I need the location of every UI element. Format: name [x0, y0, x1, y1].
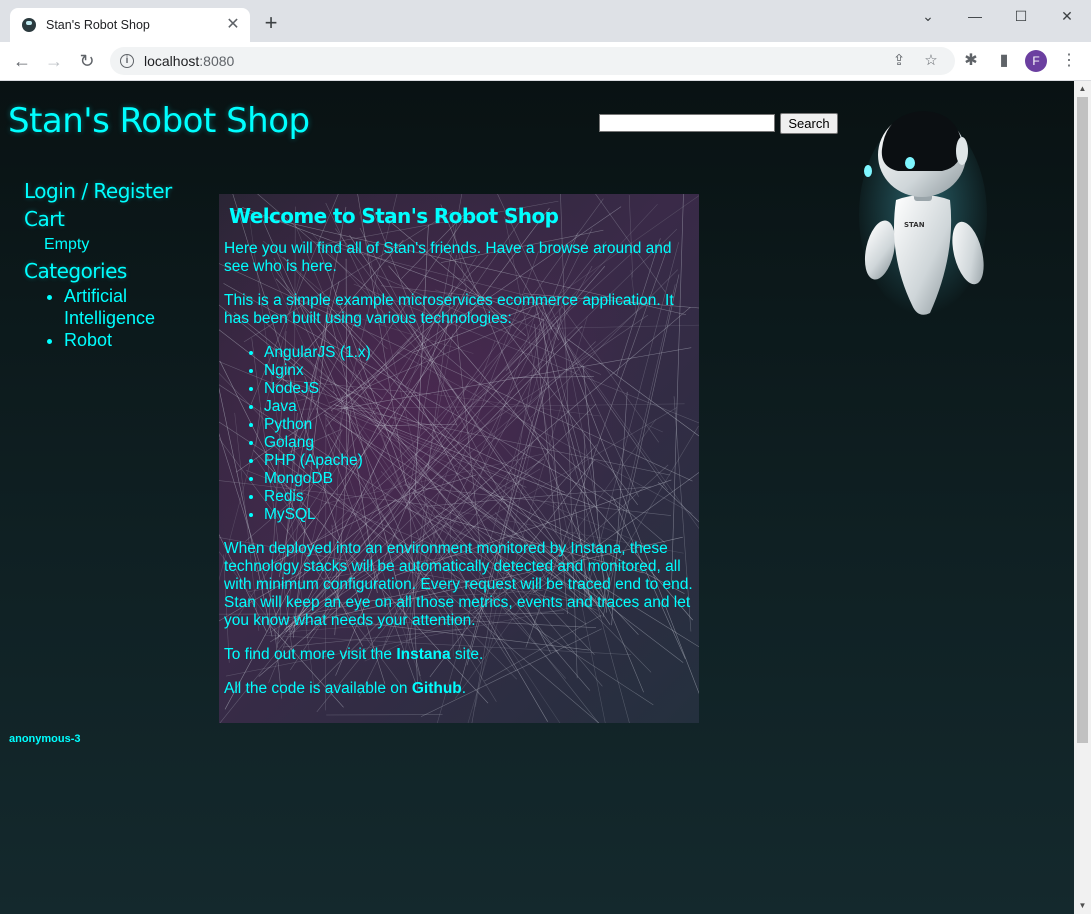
back-icon[interactable]: ←: [10, 49, 34, 73]
browser-tab[interactable]: Stan's Robot Shop ✕: [10, 8, 250, 42]
side-panel-icon[interactable]: ▮: [993, 50, 1015, 72]
site-info-icon[interactable]: i: [120, 54, 134, 68]
cart-link[interactable]: Cart: [24, 205, 204, 233]
search-button[interactable]: Search: [780, 113, 838, 134]
search-input[interactable]: [599, 114, 775, 132]
tech-item: MySQL: [264, 506, 694, 524]
scroll-thumb[interactable]: [1077, 97, 1088, 743]
category-artificial-intelligence[interactable]: Artificial Intelligence: [64, 285, 204, 329]
categories-heading: Categories: [24, 259, 127, 283]
close-tab-icon[interactable]: ✕: [222, 14, 244, 36]
tech-item: AngularJS (1.x): [264, 344, 694, 362]
github-paragraph: All the code is available on Github.: [224, 680, 467, 697]
robot-favicon-icon: [22, 18, 36, 32]
forward-icon[interactable]: →: [42, 49, 66, 73]
tech-item: Nginx: [264, 362, 694, 380]
welcome-monitoring: When deployed into an environment monito…: [224, 540, 693, 629]
menu-kebab-icon[interactable]: ⋮: [1058, 50, 1080, 72]
browser-tab-bar: Stan's Robot Shop ✕ + ⌄ — ☐ ✕: [0, 0, 1091, 42]
welcome-heading: Welcome to Stan's Robot Shop: [229, 204, 559, 228]
page-viewport: Stan's Robot Shop Search STAN Login / Re…: [0, 81, 1074, 914]
categories-list: Artificial Intelligence Robot: [24, 285, 204, 351]
new-tab-icon[interactable]: +: [260, 12, 282, 34]
instana-link[interactable]: Instana: [396, 646, 450, 663]
robot-badge-text: STAN: [904, 221, 925, 229]
scroll-down-arrow-icon[interactable]: ▼: [1074, 898, 1091, 914]
tech-item: Java: [264, 398, 694, 416]
minimize-icon[interactable]: —: [952, 4, 998, 28]
sidebar: Login / Register Cart Empty Categories A…: [24, 177, 204, 351]
extensions-icon[interactable]: ✱: [960, 50, 982, 72]
instana-paragraph: To find out more visit the Instana site.: [224, 646, 484, 663]
browser-toolbar: ← → ↻ i localhost:8080 ⇪ ☆ ✱ ▮ F ⋮: [0, 42, 1091, 81]
technology-list: AngularJS (1.x) Nginx NodeJS Java Python…: [224, 344, 694, 524]
login-register-link[interactable]: Login / Register: [24, 177, 204, 205]
stan-robot-image: STAN: [859, 111, 987, 315]
page-scrollbar[interactable]: ▲ ▼: [1074, 81, 1091, 914]
welcome-intro: Here you will find all of Stan's friends…: [224, 240, 672, 275]
tech-item: PHP (Apache): [264, 452, 694, 470]
url-text[interactable]: localhost:8080: [144, 53, 234, 69]
bookmark-star-icon[interactable]: ☆: [920, 50, 942, 72]
site-title: Stan's Robot Shop: [8, 101, 310, 141]
user-name: anonymous-3: [9, 733, 81, 745]
tech-item: Redis: [264, 488, 694, 506]
category-robot[interactable]: Robot: [64, 329, 204, 351]
tech-item: NodeJS: [264, 380, 694, 398]
tab-title: Stan's Robot Shop: [46, 18, 150, 32]
share-icon[interactable]: ⇪: [888, 50, 910, 72]
reload-icon[interactable]: ↻: [75, 49, 99, 73]
address-bar[interactable]: i localhost:8080 ⇪ ☆: [110, 47, 955, 75]
github-link[interactable]: Github: [412, 680, 462, 697]
cart-status: Empty: [44, 236, 90, 253]
tech-item: Python: [264, 416, 694, 434]
tab-search-chevron-icon[interactable]: ⌄: [905, 4, 951, 28]
tech-item: Golang: [264, 434, 694, 452]
maximize-icon[interactable]: ☐: [998, 4, 1044, 28]
close-window-icon[interactable]: ✕: [1044, 4, 1090, 28]
scroll-up-arrow-icon[interactable]: ▲: [1074, 81, 1091, 97]
welcome-about: This is a simple example microservices e…: [224, 292, 674, 327]
welcome-panel: Welcome to Stan's Robot Shop Here you wi…: [219, 194, 699, 723]
profile-avatar[interactable]: F: [1025, 50, 1047, 72]
tech-item: MongoDB: [264, 470, 694, 488]
